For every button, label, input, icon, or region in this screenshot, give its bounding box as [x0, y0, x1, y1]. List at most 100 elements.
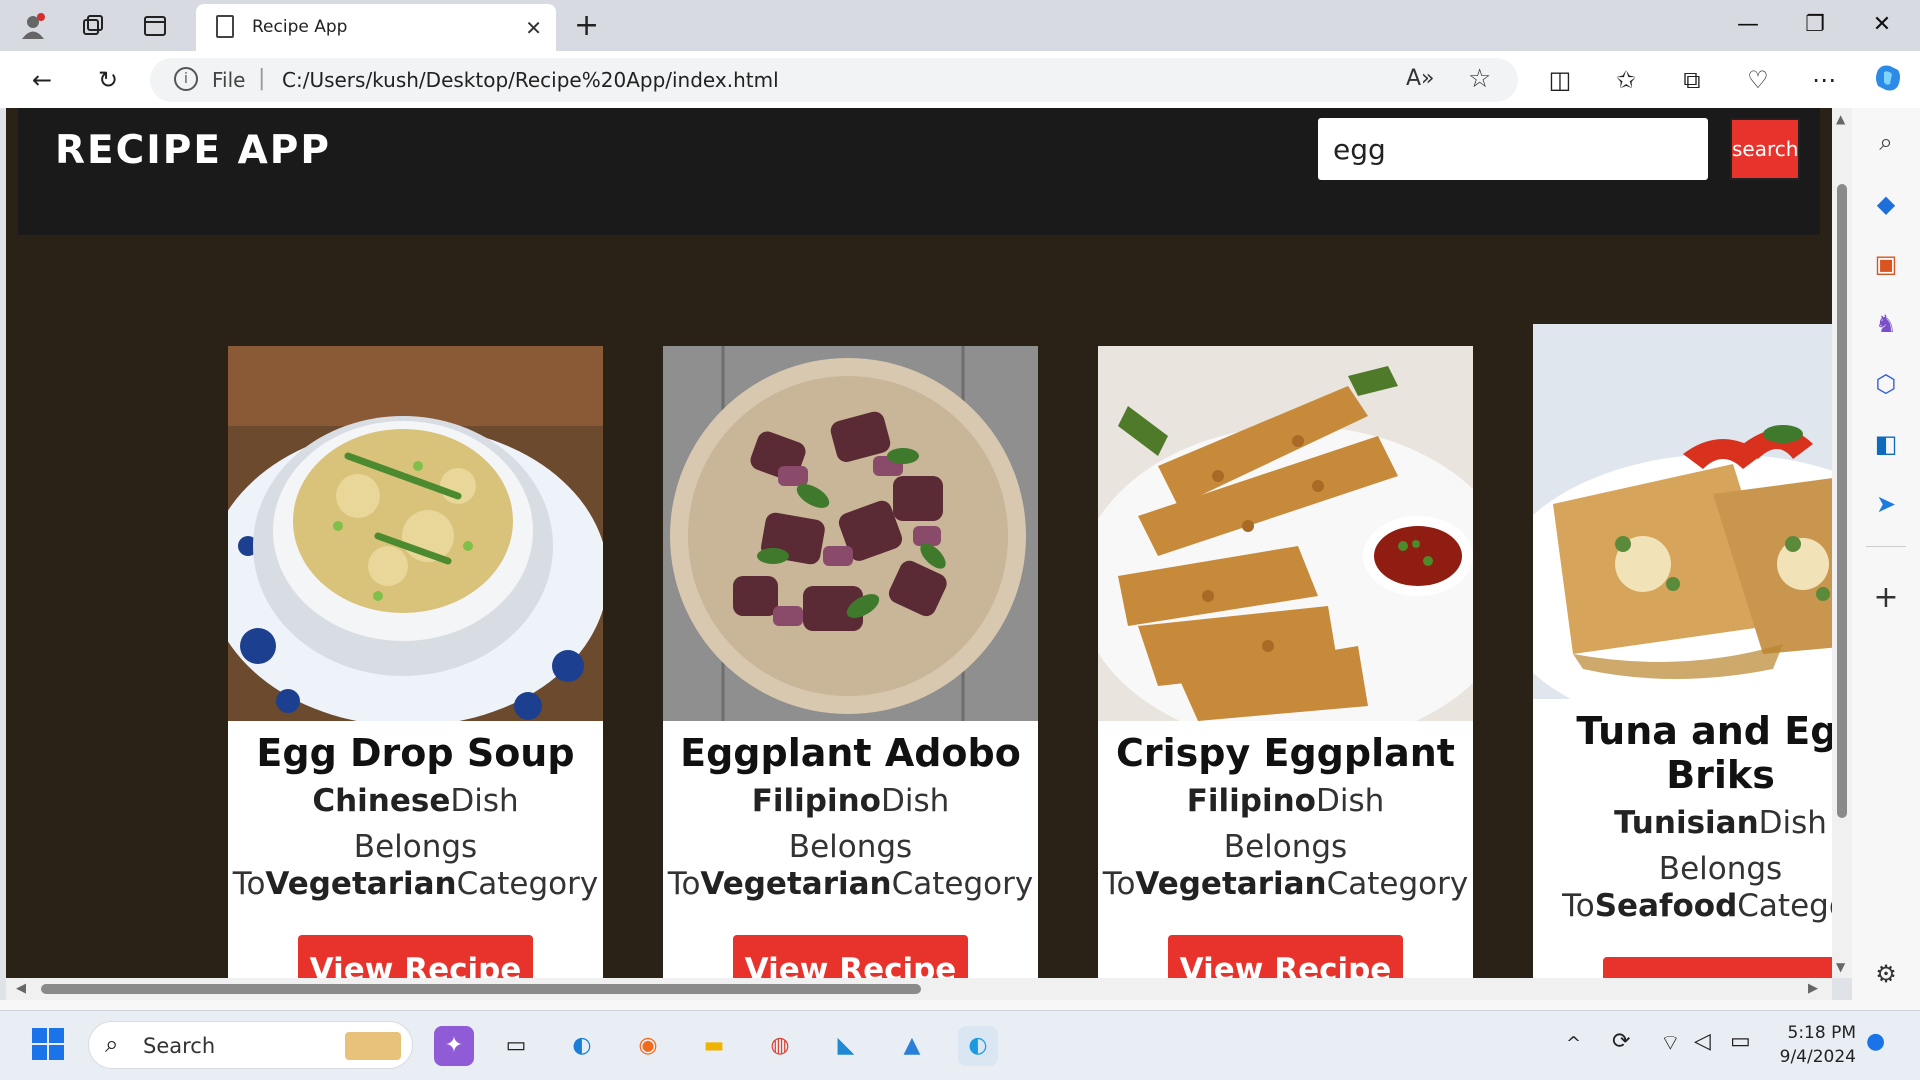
recipe-area: ChineseDish [228, 783, 603, 819]
page-viewport: RECIPE APP search Egg D [6, 108, 1832, 978]
sidebar-settings-icon[interactable]: ⚙ [1870, 958, 1902, 990]
recipe-area: FilipinoDish [1098, 783, 1473, 819]
recipe-area-name: Chinese [312, 783, 451, 819]
vertical-scrollbar[interactable]: ▲ ▼ [1832, 108, 1852, 978]
url-separator: | [258, 66, 266, 91]
wifi-icon[interactable]: ⌔ [1660, 1029, 1681, 1057]
recipe-category-suffix: Category [891, 866, 1034, 902]
address-bar[interactable]: i File | C:/Users/kush/Desktop/Recipe%20… [150, 58, 1518, 102]
tuna-egg-briks-photo [1533, 324, 1832, 699]
recipe-area-name: Tunisian [1614, 805, 1759, 841]
clock-date: 9/4/2024 [1779, 1047, 1856, 1067]
file-explorer-icon[interactable]: ▬ [694, 1026, 734, 1066]
browser-tab[interactable]: Recipe App ✕ [196, 4, 556, 51]
sidebar-search-icon[interactable]: ⌕ [1870, 126, 1902, 158]
browser-bottom-edge [0, 1000, 1920, 1010]
send-drop-icon[interactable]: ➤ [1870, 488, 1902, 520]
tab-actions-icon[interactable] [140, 11, 170, 41]
view-recipe-button[interactable]: View Recipe [298, 935, 533, 978]
windows-start-icon[interactable] [28, 1026, 68, 1066]
favorites-icon[interactable]: ✩ [1608, 62, 1644, 98]
scroll-left-icon[interactable]: ◀ [16, 981, 26, 996]
games-chess-icon[interactable]: ♞ [1870, 308, 1902, 340]
scroll-down-icon[interactable]: ▼ [1836, 960, 1845, 974]
recipe-category: Belongs ToVegetarianCategory [228, 829, 603, 903]
browser-essentials-icon[interactable]: ♡ [1740, 62, 1776, 98]
show-hidden-icons[interactable]: ^ [1566, 1033, 1581, 1054]
vertical-scroll-thumb[interactable] [1837, 184, 1847, 818]
close-tab-icon[interactable]: ✕ [525, 16, 542, 40]
vscode-icon[interactable]: ◣ [826, 1026, 866, 1066]
crispy-eggplant-photo [1098, 346, 1473, 721]
search-input[interactable] [1318, 118, 1708, 180]
taskbar-search-label: Search [143, 1034, 216, 1058]
profile-icon[interactable] [18, 11, 48, 41]
recipe-category-suffix: Category [1326, 866, 1469, 902]
tab-title: Recipe App [252, 17, 348, 37]
firefox-icon[interactable]: ◉ [628, 1026, 668, 1066]
recipe-category-suffix: Category [456, 866, 599, 902]
new-tab-icon[interactable]: + [574, 8, 599, 43]
workspaces-icon[interactable] [78, 11, 108, 41]
read-aloud-icon[interactable]: A» [1406, 66, 1435, 91]
recipe-area-name: Filipino [1186, 783, 1316, 819]
edge-active-icon[interactable]: ◐ [958, 1026, 998, 1066]
site-info-icon[interactable]: i [174, 67, 198, 91]
url-text[interactable]: C:/Users/kush/Desktop/Recipe%20App/index… [282, 68, 779, 92]
view-recipe-button[interactable]: View Recipe [1168, 935, 1403, 978]
copilot-icon[interactable] [1870, 62, 1906, 98]
recipe-name: Crispy Eggplant [1116, 731, 1455, 775]
recipe-card: Eggplant Adobo FilipinoDish Belongs ToVe… [663, 346, 1038, 978]
recipe-category-name: Vegetarian [265, 866, 457, 902]
collections-icon[interactable]: ⧉ [1674, 62, 1710, 98]
add-sidebar-icon[interactable]: + [1870, 582, 1902, 614]
sync-alert-icon[interactable]: ⟳ [1612, 1029, 1630, 1054]
horizontal-scroll-thumb[interactable] [41, 984, 921, 994]
minimize-icon[interactable]: — [1728, 8, 1768, 42]
outlook-icon[interactable]: ◧ [1870, 428, 1902, 460]
recipe-card: Crispy Eggplant FilipinoDish Belongs ToV… [1098, 346, 1473, 978]
browser-title-bar: Recipe App ✕ + — ❐ ✕ [0, 0, 1920, 51]
refresh-icon[interactable]: ↻ [90, 62, 126, 98]
volume-icon[interactable]: ◁ [1694, 1029, 1711, 1054]
taskbar-search-box[interactable]: ⌕ Search [88, 1021, 413, 1069]
scroll-right-icon[interactable]: ▶ [1808, 981, 1818, 996]
recipe-area-suffix: Dish [1758, 805, 1827, 841]
task-view-icon[interactable]: ▭ [496, 1026, 536, 1066]
copilot-pre-icon[interactable]: ✦ [434, 1026, 474, 1066]
eggplant-adobo-photo [663, 346, 1038, 721]
photos-icon[interactable]: ▲ [892, 1026, 932, 1066]
recipe-category-name: Vegetarian [1135, 866, 1327, 902]
chrome-icon[interactable]: ◍ [760, 1026, 800, 1066]
edge-icon[interactable]: ◐ [562, 1026, 602, 1066]
view-recipe-button[interactable]: View Recipe [733, 935, 968, 978]
recipe-area-suffix: Dish [450, 783, 519, 819]
recipe-category: Belongs ToVegetarianCategory [663, 829, 1038, 903]
horizontal-scrollbar[interactable]: ◀ ▶ [6, 978, 1832, 1000]
search-highlight-icon [345, 1032, 401, 1060]
recipe-name: Eggplant Adobo [680, 731, 1021, 775]
app-header: RECIPE APP search [18, 108, 1820, 235]
split-screen-icon[interactable]: ◫ [1542, 62, 1578, 98]
back-icon[interactable]: ← [24, 62, 60, 98]
document-icon [216, 15, 234, 38]
app-title: RECIPE APP [55, 128, 331, 173]
battery-icon[interactable]: ▭ [1730, 1029, 1751, 1054]
egg-drop-soup-photo [228, 346, 603, 721]
notification-bell-icon[interactable]: ● [1866, 1029, 1885, 1054]
scroll-up-icon[interactable]: ▲ [1836, 112, 1845, 126]
taskbar-search-icon: ⌕ [105, 1030, 119, 1058]
favorite-star-icon[interactable]: ☆ [1468, 64, 1491, 94]
shopping-tag-icon[interactable]: ◆ [1870, 188, 1902, 220]
microsoft-365-icon[interactable]: ⬡ [1870, 368, 1902, 400]
close-window-icon[interactable]: ✕ [1862, 8, 1902, 42]
recipe-area-suffix: Dish [1315, 783, 1385, 819]
tools-briefcase-icon[interactable]: ▣ [1870, 248, 1902, 280]
recipe-category: Belongs ToSeafoodCategory [1533, 851, 1832, 925]
url-scheme-label: File [212, 68, 246, 92]
search-button[interactable]: search [1730, 118, 1800, 180]
taskbar-clock[interactable]: 5:18 PM 9/4/2024 [1780, 1021, 1856, 1069]
more-menu-icon[interactable]: ⋯ [1806, 62, 1842, 98]
view-recipe-button[interactable]: View Recipe [1603, 957, 1832, 978]
restore-icon[interactable]: ❐ [1795, 8, 1835, 42]
